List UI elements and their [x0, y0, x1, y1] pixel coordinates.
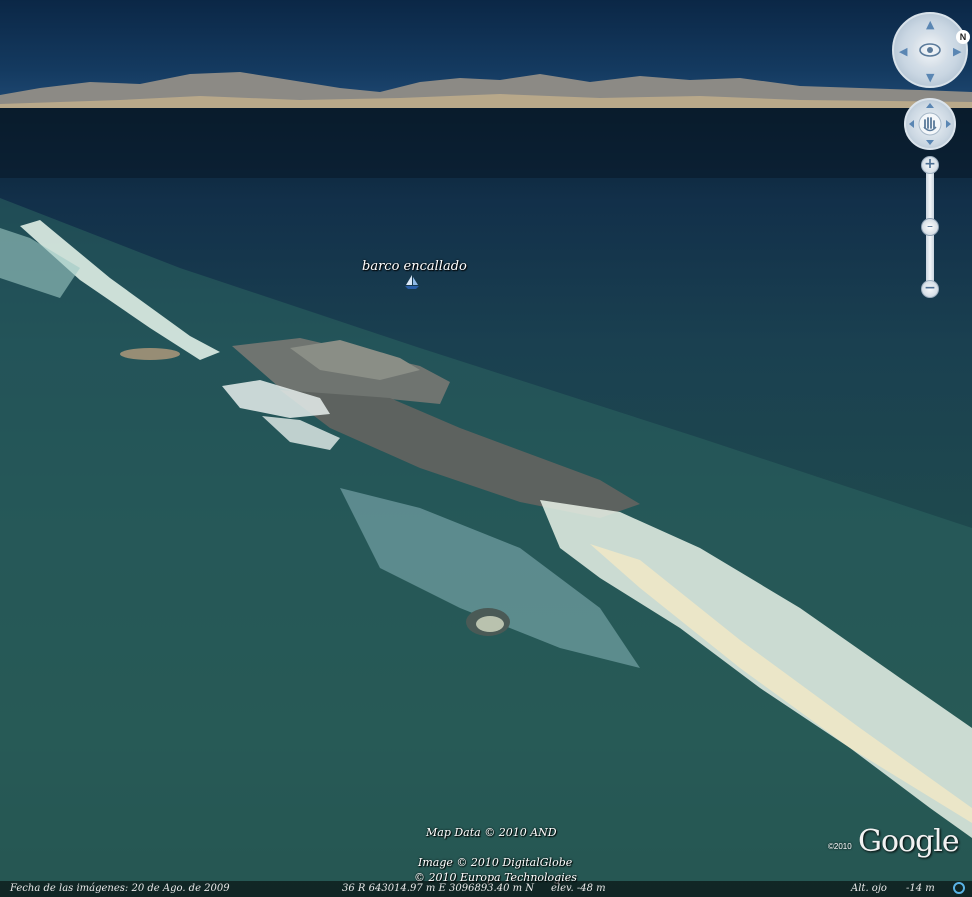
streaming-indicator-icon	[953, 882, 965, 894]
imagery-date: Fecha de las imágenes: 20 de Ago. de 200…	[10, 883, 230, 894]
look-joystick-icon[interactable]: ▲ ▼ ◀ ▶	[892, 12, 968, 88]
eye-icon[interactable]	[912, 32, 948, 68]
look-down-arrow-icon[interactable]: ▼	[926, 72, 934, 83]
eye-altitude-label: Alt. ojo	[851, 883, 887, 894]
look-left-arrow-icon[interactable]: ◀	[899, 46, 907, 57]
logo-year: ©2010	[828, 842, 852, 851]
map-data-credit: Map Data © 2010 AND	[426, 826, 557, 839]
hand-icon[interactable]	[906, 100, 954, 148]
eye-altitude-value: -14 m	[906, 883, 935, 894]
coordinates-readout: 36 R 643014.97 m E 3096893.40 m N	[342, 883, 535, 894]
image-credit: Image © 2010 DigitalGlobe	[418, 856, 573, 869]
look-right-arrow-icon[interactable]: ▶	[953, 46, 961, 57]
placemark-label[interactable]: barco encallado	[362, 259, 467, 274]
sailboat-icon[interactable]	[404, 275, 420, 289]
earth-viewport[interactable]: barco encallado ▲ ▼ ◀ ▶ N + – − Map Data…	[0, 0, 972, 897]
zoom-slider-icon[interactable]: –	[921, 218, 939, 236]
zoom-in-button[interactable]: +	[921, 156, 939, 174]
reef-and-shipwreck	[0, 108, 972, 897]
zoom-out-button[interactable]: −	[921, 280, 939, 298]
look-up-arrow-icon[interactable]: ▲	[926, 19, 934, 30]
elevation-readout: elev. -48 m	[551, 883, 606, 894]
move-joystick-icon[interactable]	[904, 98, 956, 150]
google-logo: Google	[858, 824, 960, 859]
north-indicator[interactable]: N	[956, 30, 970, 44]
